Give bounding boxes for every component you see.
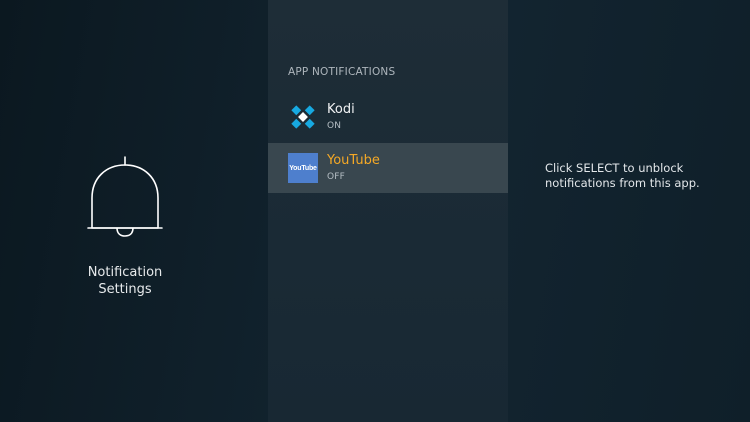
- app-item-youtube[interactable]: YouTube YouTube OFF: [268, 143, 508, 193]
- app-notification-status: OFF: [327, 172, 346, 182]
- app-list-panel: APP NOTIFICATIONS Kodi ON YouTube YouTub…: [268, 0, 508, 422]
- youtube-logo-icon: YouTube: [288, 153, 318, 183]
- app-list-header: APP NOTIFICATIONS: [288, 66, 396, 78]
- app-notification-status: ON: [327, 121, 342, 131]
- app-name: Kodi: [327, 102, 355, 117]
- fire-tv-screen: Notification Settings APP NOTIFICATIONS …: [0, 0, 750, 422]
- app-item-kodi[interactable]: Kodi ON: [268, 92, 508, 142]
- kodi-logo-icon: [291, 105, 315, 129]
- page-title-line-1: Notification: [87, 265, 163, 280]
- action-hint: Click SELECT to unblock notifications fr…: [545, 161, 700, 190]
- page-title: Notification Settings: [0, 264, 250, 298]
- app-name: YouTube: [327, 153, 380, 168]
- page-title-line-2: Settings: [98, 282, 152, 297]
- bell-icon: [87, 156, 163, 237]
- category-panel: Notification Settings: [0, 0, 268, 422]
- detail-panel: Click SELECT to unblock notifications fr…: [508, 0, 750, 422]
